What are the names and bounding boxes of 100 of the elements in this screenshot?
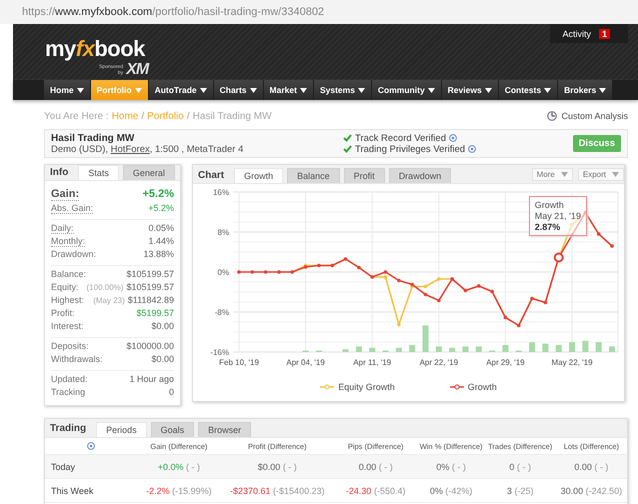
- point: [397, 278, 401, 282]
- dropdown-button[interactable]: More: [532, 168, 573, 180]
- stat-note: (May 23): [93, 296, 125, 305]
- axis-label: May 22, '19: [551, 358, 593, 367]
- stat-value: 0: [168, 387, 174, 397]
- point: [397, 322, 401, 326]
- caret-icon: [428, 88, 435, 92]
- stat-label: Tracking: [51, 387, 86, 397]
- caret-icon: [599, 88, 606, 92]
- volume-bar: [476, 346, 482, 352]
- help-icon[interactable]: [87, 442, 95, 450]
- nav-menu-item[interactable]: Home: [44, 80, 90, 100]
- help-icon[interactable]: [449, 134, 457, 142]
- axis-label: Apr 04, '19: [286, 358, 325, 367]
- stat-label: Profit:: [51, 308, 75, 318]
- tab[interactable]: Periods: [96, 422, 147, 437]
- nav-menu-item[interactable]: Market: [264, 80, 313, 100]
- point: [437, 298, 441, 302]
- address-bar[interactable]: https://www.myfxbook.com/portfolio/hasil-trading-mw/3340802: [0, 0, 638, 24]
- point: [250, 270, 254, 274]
- axis-label: Feb 10, '19: [219, 358, 259, 367]
- table-cell-text: 0 ( - ): [508, 462, 532, 472]
- axis-label: Apr 22, '19: [420, 358, 458, 367]
- legend-label: Growth: [468, 382, 497, 392]
- table-cell-text: 0.00 ( - ): [573, 462, 610, 472]
- tooltip-date: May 21, '19: [534, 210, 581, 220]
- stat-value: $105199.57: [126, 269, 174, 279]
- point: [437, 277, 441, 281]
- tab[interactable]: Stats: [78, 165, 119, 180]
- stat-label: Highest:: [51, 295, 84, 305]
- nav-menu-item[interactable]: Community: [372, 80, 441, 100]
- stat-note: (100.00%): [86, 283, 124, 292]
- volume-bar: [502, 345, 508, 352]
- stat-label: Abs. Gain:: [51, 203, 94, 214]
- breadcrumb-current: Hasil Trading MW: [192, 110, 272, 122]
- tab[interactable]: Goals: [150, 422, 194, 437]
- tab[interactable]: Profit: [344, 168, 385, 183]
- stat-label: Updated:: [51, 374, 88, 384]
- volume-bar: [569, 342, 576, 352]
- table-cell-text: 3 (-25): [506, 486, 534, 496]
- activity-label: Activity: [562, 28, 591, 38]
- caret-icon: [250, 88, 257, 92]
- volume-bar: [529, 342, 536, 352]
- stat-label: Deposits:: [51, 341, 89, 351]
- stat-label: Balance:: [51, 269, 86, 279]
- panel-title: Chart: [198, 170, 224, 181]
- volume-bar: [596, 342, 602, 352]
- point: [570, 222, 574, 226]
- nav-menu-item[interactable]: Charts: [214, 80, 263, 100]
- caret-icon: [76, 88, 84, 92]
- tab[interactable]: Growth: [234, 168, 284, 183]
- tab[interactable]: Balance: [287, 168, 340, 183]
- volume-bar: [556, 345, 562, 352]
- point: [424, 284, 428, 288]
- panel-title: Trading: [50, 422, 86, 434]
- stat-value: 1.44%: [148, 236, 174, 246]
- volume-bar: [462, 346, 468, 352]
- caret-icon: [560, 172, 568, 176]
- broker-link[interactable]: HotForex: [110, 144, 150, 154]
- nav-menu-item[interactable]: Contests: [498, 80, 558, 100]
- volume-bar: [449, 348, 456, 352]
- table-cell-text: +0.0% ( - ): [156, 462, 202, 472]
- legend-marker-icon: [450, 384, 464, 390]
- volume-bar: [582, 340, 588, 352]
- legend-label: Equity Growth: [338, 382, 395, 392]
- table-cell-text: 0% ( - ): [435, 462, 467, 472]
- stat-label: Drawdown:: [51, 249, 96, 259]
- tab[interactable]: General: [122, 165, 175, 180]
- stat-value: 1 Hour ago: [129, 374, 174, 384]
- nav-menu-item[interactable]: Systems: [314, 80, 371, 100]
- axis-label: Apr 11, '19: [353, 358, 392, 367]
- nav-menu-item[interactable]: AutoTrade: [148, 80, 213, 100]
- row-label: This Week: [50, 486, 94, 496]
- row-label: Today: [50, 462, 76, 472]
- stat-value: +5.2%: [148, 203, 174, 213]
- custom-analysis-link[interactable]: Custom Analysis: [547, 111, 628, 121]
- tab[interactable]: Browser: [198, 422, 252, 437]
- tooltip-series: Growth: [534, 200, 565, 210]
- point: [264, 270, 268, 274]
- stat-label: Gain:: [51, 188, 80, 201]
- stat-value: $105199.57: [126, 282, 174, 292]
- stat-label: Interest:: [51, 321, 84, 331]
- nav-menu-item[interactable]: Brokers: [558, 80, 612, 100]
- caret-icon: [300, 88, 307, 92]
- point: [570, 233, 574, 237]
- volume-bar: [356, 346, 362, 352]
- sponsor-logo[interactable]: XM: [126, 61, 148, 79]
- legend-marker-icon: [320, 384, 334, 390]
- logo[interactable]: myfxbook: [45, 38, 148, 60]
- stat-value: $100000.00: [126, 341, 174, 351]
- dropdown-button[interactable]: Export: [578, 168, 624, 180]
- nav-menu-item[interactable]: Reviews: [442, 80, 498, 100]
- stat-value: $111842.89: [128, 295, 174, 305]
- table-cell-text: 0% (-42%): [428, 486, 474, 496]
- activity-button[interactable]: Activity 1: [550, 24, 628, 43]
- tab[interactable]: Drawdown: [388, 168, 452, 183]
- stat-value: 0.05%: [148, 223, 174, 233]
- help-icon[interactable]: [468, 145, 476, 153]
- breadcrumb-separator: /: [186, 110, 190, 122]
- volume-bar: [609, 346, 615, 352]
